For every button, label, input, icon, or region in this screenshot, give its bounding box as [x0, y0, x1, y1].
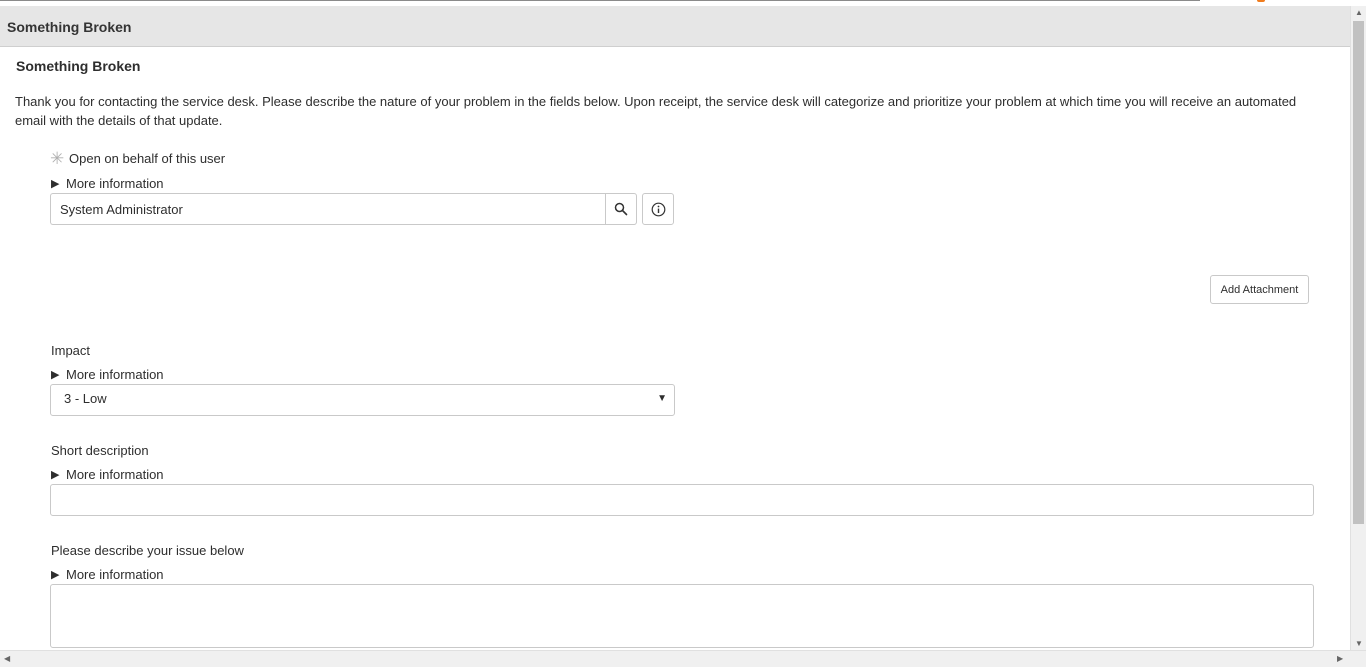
issue-more-info-label: More information: [66, 567, 164, 582]
impact-more-information[interactable]: ▶ More information: [51, 367, 164, 382]
form-title: Something Broken: [16, 58, 141, 74]
behalf-reference-group: [50, 193, 674, 225]
issue-label: Please describe your issue below: [51, 543, 244, 558]
search-icon: [614, 202, 628, 216]
behalf-info-button[interactable]: [642, 193, 674, 225]
expand-triangle-icon: ▶: [51, 569, 60, 581]
scroll-left-arrow-icon[interactable]: ◀: [4, 654, 10, 663]
issue-textarea[interactable]: [50, 584, 1314, 648]
impact-select[interactable]: 3 - Low ▼: [50, 384, 675, 416]
behalf-lookup-button[interactable]: [605, 193, 637, 225]
short-description-more-info-label: More information: [66, 467, 164, 482]
top-divider: [0, 0, 1200, 1]
behalf-more-info-label: More information: [66, 176, 164, 191]
expand-triangle-icon: ▶: [51, 178, 60, 190]
horizontal-scrollbar[interactable]: ◀ ▶: [0, 650, 1366, 667]
expand-triangle-icon: ▶: [51, 369, 60, 381]
behalf-user-input[interactable]: [50, 193, 605, 225]
form-description: Thank you for contacting the service des…: [15, 94, 1297, 128]
behalf-label: Open on behalf of this user: [69, 151, 226, 166]
page-title: Something Broken: [7, 19, 132, 35]
notification-mark: [1257, 0, 1265, 2]
vertical-scroll-thumb[interactable]: [1353, 21, 1364, 524]
behalf-label-row: ✳ Open on behalf of this user: [50, 149, 226, 168]
issue-more-information[interactable]: ▶ More information: [51, 567, 164, 582]
page-header: Something Broken: [0, 6, 1350, 47]
add-attachment-button[interactable]: Add Attachment: [1210, 275, 1309, 304]
impact-more-info-label: More information: [66, 367, 164, 382]
scroll-up-arrow-icon[interactable]: ▲: [1355, 8, 1363, 17]
vertical-scrollbar[interactable]: ▲ ▼: [1350, 6, 1366, 650]
short-description-label: Short description: [51, 443, 149, 458]
impact-selected-value: 3 - Low: [64, 391, 107, 406]
impact-label: Impact: [51, 343, 91, 358]
asterisk-icon: ✳: [50, 149, 65, 168]
scroll-right-arrow-icon[interactable]: ▶: [1337, 654, 1343, 663]
dropdown-arrow-icon: ▼: [657, 393, 667, 404]
info-icon: [651, 202, 665, 216]
behalf-more-information[interactable]: ▶ More information: [51, 176, 164, 191]
expand-triangle-icon: ▶: [51, 469, 60, 481]
scroll-down-arrow-icon[interactable]: ▼: [1355, 639, 1363, 648]
short-description-more-information[interactable]: ▶ More information: [51, 467, 164, 482]
short-description-input[interactable]: [50, 484, 1314, 516]
